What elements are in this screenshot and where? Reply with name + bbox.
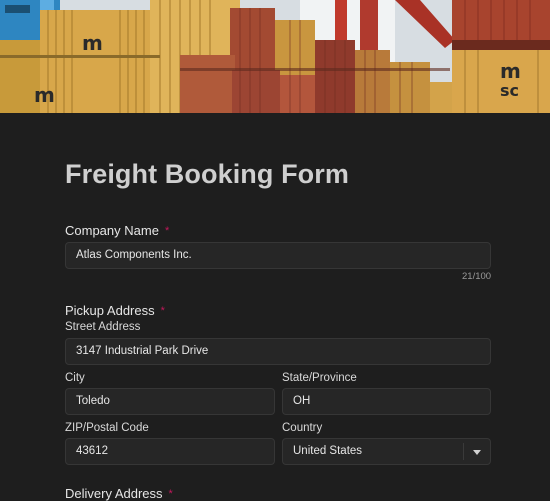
- company-name-input[interactable]: Atlas Components Inc.: [65, 242, 491, 269]
- country-label: Country: [282, 422, 323, 434]
- state-province-input[interactable]: OH: [282, 388, 491, 415]
- svg-text:m: m: [34, 83, 55, 107]
- city-label: City: [65, 372, 85, 384]
- country-selected-value: United States: [293, 445, 363, 457]
- svg-text:m: m: [500, 59, 521, 83]
- pickup-address-label-text: Pickup Address: [65, 303, 155, 318]
- select-divider: [463, 443, 464, 460]
- required-indicator: *: [160, 305, 165, 317]
- company-name-label-text: Company Name: [65, 223, 159, 238]
- company-name-char-counter: 21/100: [462, 271, 492, 282]
- svg-text:sc: sc: [500, 81, 519, 100]
- state-province-label: State/Province: [282, 372, 357, 384]
- street-address-label: Street Address: [65, 321, 141, 333]
- required-indicator: *: [164, 225, 170, 237]
- delivery-address-label: Delivery Address *: [65, 486, 173, 501]
- freight-booking-form: Freight Booking Form Company Name * Atlas…: [0, 113, 550, 501]
- city-input[interactable]: Toledo: [65, 388, 275, 415]
- svg-text:m: m: [82, 31, 103, 55]
- delivery-address-label-text: Delivery Address: [65, 486, 163, 501]
- header-banner-image: m m m sc: [0, 0, 550, 113]
- street-address-input[interactable]: 3147 Industrial Park Drive: [65, 338, 491, 365]
- containers-illustration: m m m sc: [0, 0, 550, 113]
- form-title: Freight Booking Form: [65, 159, 349, 189]
- zip-postal-code-label: ZIP/Postal Code: [65, 422, 149, 434]
- chevron-down-icon[interactable]: [473, 450, 481, 455]
- required-indicator: *: [168, 488, 173, 500]
- country-select[interactable]: United States: [282, 438, 491, 465]
- zip-postal-code-input[interactable]: 43612: [65, 438, 275, 465]
- company-name-label: Company Name *: [65, 223, 169, 238]
- pickup-address-label: Pickup Address *: [65, 303, 165, 318]
